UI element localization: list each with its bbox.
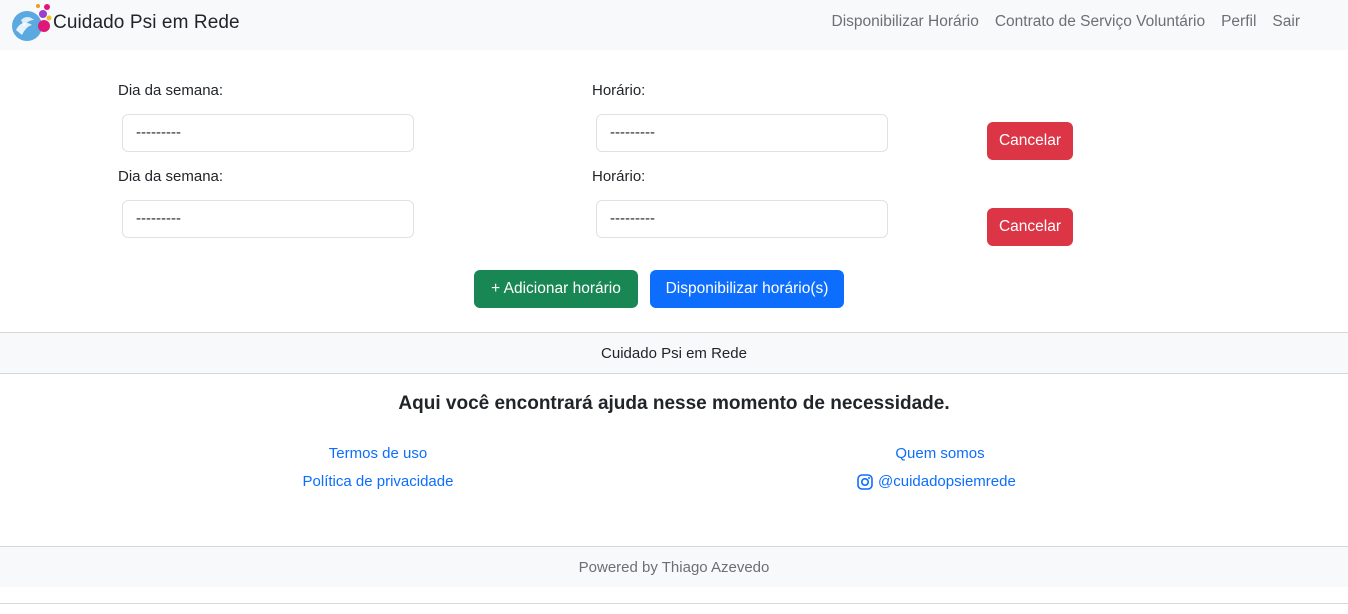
time-label: Horário: (592, 168, 646, 185)
nav-links: Disponibilizar Horário Contrato de Servi… (816, 13, 1300, 31)
top-navbar: Cuidado Psi em Rede Disponibilizar Horár… (0, 0, 1348, 50)
time-select[interactable]: --------- (596, 114, 888, 152)
privacy-link[interactable]: Política de privacidade (278, 473, 478, 490)
footer-title-bar: Cuidado Psi em Rede (0, 332, 1348, 374)
time-label: Horário: (592, 82, 646, 99)
day-label: Dia da semana: (118, 82, 224, 99)
cancel-button[interactable]: Cancelar (987, 208, 1073, 246)
cancel-button[interactable]: Cancelar (987, 122, 1073, 160)
nav-link-disponibilizar-horario[interactable]: Disponibilizar Horário (832, 13, 979, 31)
about-link[interactable]: Quem somos (840, 445, 1040, 462)
instagram-icon (857, 473, 873, 490)
brand[interactable]: Cuidado Psi em Rede (10, 3, 240, 43)
day-select[interactable]: --------- (122, 200, 414, 238)
nav-link-contrato[interactable]: Contrato de Serviço Voluntário (995, 13, 1205, 31)
terms-link[interactable]: Termos de uso (278, 445, 478, 462)
nav-link-sair[interactable]: Sair (1272, 13, 1300, 31)
footer-tagline: Aqui você encontrará ajuda nesse momento… (398, 393, 950, 414)
bottom-divider (0, 603, 1348, 604)
time-select[interactable]: --------- (596, 200, 888, 238)
instagram-link[interactable]: @cuidadopsiemrede (857, 473, 1016, 490)
add-schedule-button[interactable]: + Adicionar horário (474, 270, 638, 308)
instagram-handle: @cuidadopsiemrede (878, 473, 1016, 490)
footer-site-name: Cuidado Psi em Rede (601, 344, 747, 362)
brand-name: Cuidado Psi em Rede (53, 12, 240, 33)
submit-schedule-button[interactable]: Disponibilizar horário(s) (650, 270, 844, 308)
brand-logo-icon (10, 2, 52, 44)
nav-link-perfil[interactable]: Perfil (1221, 13, 1256, 31)
powered-by-text: Powered by Thiago Azevedo (578, 558, 770, 576)
day-select[interactable]: --------- (122, 114, 414, 152)
day-label: Dia da semana: (118, 168, 224, 185)
powered-by-bar: Powered by Thiago Azevedo (0, 546, 1348, 587)
